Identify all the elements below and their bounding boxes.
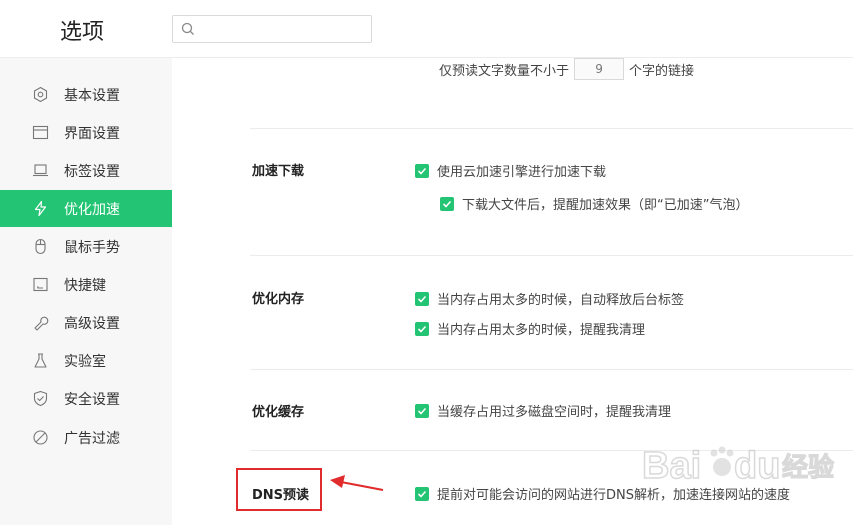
- lightning-icon: [34, 200, 47, 217]
- block-icon: [33, 430, 48, 445]
- checkbox-checked-icon: [415, 291, 429, 306]
- paw-icon: [710, 446, 734, 476]
- settings-panel: 仅预读文字数量不小于 9 个字的链接 加速下载 使用云加速引擎进行加速下载 下载…: [172, 58, 853, 525]
- wrench-icon: [34, 316, 49, 331]
- option-label: 当内存占用太多的时候，提醒我清理: [437, 323, 646, 338]
- divider: [250, 369, 853, 370]
- mouse-icon: [35, 238, 46, 255]
- page-title: 选项: [60, 20, 105, 45]
- sidebar-item-label: 广告过滤: [64, 431, 120, 447]
- sidebar-item-label: 高级设置: [64, 316, 120, 332]
- sidebar-item-advanced[interactable]: 高级设置: [0, 304, 172, 341]
- checkbox-checked-icon: [415, 163, 429, 178]
- keyboard-icon: [33, 277, 48, 292]
- checkbox-memory-remind[interactable]: 当内存占用太多的时候，提醒我清理: [415, 319, 645, 338]
- search-box[interactable]: [172, 15, 372, 43]
- checkbox-checked-icon: [415, 403, 429, 418]
- watermark-text-bai: Bai: [642, 445, 701, 487]
- preread-prefix: 仅预读文字数量不小于: [439, 63, 570, 79]
- sidebar-item-label: 安全设置: [64, 392, 120, 408]
- header: 选项: [0, 0, 853, 58]
- search-input[interactable]: [201, 18, 366, 40]
- search-icon: [181, 22, 194, 35]
- window-icon: [32, 125, 49, 140]
- sidebar-item-label: 基本设置: [64, 88, 120, 104]
- sidebar-item-interface[interactable]: 界面设置: [0, 114, 172, 151]
- sidebar-item-label: 标签设置: [64, 164, 120, 180]
- sidebar-item-security[interactable]: 安全设置: [0, 380, 172, 417]
- watermark-text-jingyan: 经验: [782, 452, 834, 483]
- sidebar-item-label: 快捷键: [64, 278, 106, 294]
- laptop-icon: [33, 164, 48, 177]
- options-window: 选项 基本设置 界面设置 标签设置 优化加速 鼠标手势 快捷键 高级设置 实验室…: [0, 0, 853, 525]
- checkbox-checked-icon: [415, 321, 429, 336]
- sidebar-item-label: 优化加速: [64, 202, 120, 218]
- baidu-jingyan-watermark: Bai du 经验: [641, 433, 842, 497]
- checkbox-memory-release[interactable]: 当内存占用太多的时候，自动释放后台标签: [415, 289, 684, 308]
- divider: [250, 255, 853, 256]
- preread-option: 仅预读文字数量不小于 9 个字的链接: [439, 58, 694, 80]
- sidebar-item-ad-filter[interactable]: 广告过滤: [0, 419, 172, 456]
- sidebar-item-shortcuts[interactable]: 快捷键: [0, 266, 172, 303]
- sidebar-item-label: 鼠标手势: [64, 240, 120, 256]
- arrow-icon: [330, 475, 384, 491]
- option-label: 下载大文件后，提醒加速效果（即“已加速”气泡）: [462, 198, 749, 213]
- section-title-memory: 优化内存: [252, 292, 305, 307]
- option-label: 当缓存占用过多磁盘空间时，提醒我清理: [437, 405, 672, 420]
- sidebar-item-basic[interactable]: 基本设置: [0, 76, 172, 113]
- watermark-text-du: du: [734, 445, 780, 487]
- flask-icon: [34, 353, 47, 368]
- preread-count-input[interactable]: 9: [574, 58, 625, 80]
- sidebar-item-label: 实验室: [64, 354, 106, 370]
- sidebar-item-mouse-gesture[interactable]: 鼠标手势: [0, 228, 172, 265]
- sidebar-item-optimize[interactable]: 优化加速: [0, 190, 172, 227]
- divider: [250, 128, 853, 129]
- sidebar: 基本设置 界面设置 标签设置 优化加速 鼠标手势 快捷键 高级设置 实验室 安全…: [0, 58, 172, 525]
- hexagon-gear-icon: [33, 86, 48, 103]
- shield-icon: [33, 390, 48, 407]
- checkbox-checked-icon: [415, 486, 429, 501]
- section-title-cache: 优化缓存: [252, 405, 305, 420]
- sidebar-item-lab[interactable]: 实验室: [0, 342, 172, 379]
- option-label: 使用云加速引擎进行加速下载: [437, 165, 607, 180]
- sidebar-item-label: 界面设置: [64, 126, 120, 142]
- section-title-dns: DNS预读: [252, 488, 310, 503]
- checkbox-checked-icon: [440, 196, 454, 211]
- sidebar-item-tabs[interactable]: 标签设置: [0, 152, 172, 189]
- option-label: 当内存占用太多的时候，自动释放后台标签: [437, 293, 685, 308]
- checkbox-download-remind[interactable]: 下载大文件后，提醒加速效果（即“已加速”气泡）: [440, 194, 748, 213]
- checkbox-cache-remind[interactable]: 当缓存占用过多磁盘空间时，提醒我清理: [415, 401, 671, 420]
- preread-suffix: 个字的链接: [629, 63, 695, 79]
- section-title-download: 加速下载: [252, 164, 305, 179]
- checkbox-cloud-download[interactable]: 使用云加速引擎进行加速下载: [415, 161, 606, 180]
